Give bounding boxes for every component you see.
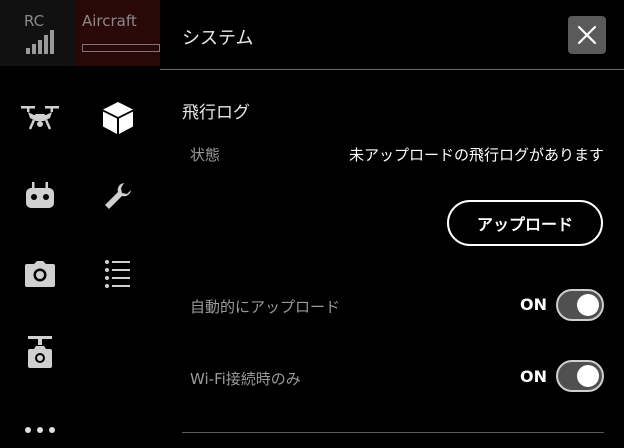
- drone-icon[interactable]: [18, 96, 62, 140]
- header-divider: [160, 69, 624, 70]
- aircraft-label: Aircraft: [82, 12, 137, 30]
- close-button[interactable]: [568, 16, 606, 54]
- camera-icon[interactable]: [18, 252, 62, 296]
- list-icon[interactable]: [96, 252, 140, 296]
- gimbal-camera-icon[interactable]: [18, 330, 62, 374]
- upload-button[interactable]: アップロード: [447, 200, 603, 246]
- aircraft-signal-bar: [82, 44, 160, 52]
- wifi-only-state: ON: [520, 367, 547, 386]
- cube-icon[interactable]: [96, 96, 140, 140]
- status-value: 未アップロードの飛行ログがあります: [348, 146, 604, 164]
- auto-upload-state: ON: [520, 295, 547, 314]
- remote-controller-icon[interactable]: [18, 174, 62, 218]
- toggle-knob: [577, 294, 599, 316]
- settings-sidebar: [0, 66, 160, 448]
- auto-upload-toggle[interactable]: [556, 289, 604, 321]
- auto-upload-label: 自動的にアップロード: [190, 298, 341, 316]
- close-icon: [577, 25, 597, 45]
- status-label: 状態: [190, 146, 221, 164]
- system-settings-panel: システム 飛行ログ 状態 未アップロードの飛行ログがあります アップロード 自動…: [160, 0, 624, 448]
- section-divider: [182, 432, 604, 433]
- flight-log-section-title: 飛行ログ: [182, 103, 250, 123]
- aircraft-status-background: [76, 0, 160, 66]
- wifi-only-label: Wi-Fi接続時のみ: [190, 370, 301, 388]
- toggle-knob: [577, 365, 599, 387]
- panel-title: システム: [182, 28, 254, 49]
- wifi-only-toggle[interactable]: [556, 360, 604, 392]
- signal-strength-icon: [26, 30, 54, 54]
- wrench-icon[interactable]: [96, 174, 140, 218]
- more-icon[interactable]: [18, 408, 62, 448]
